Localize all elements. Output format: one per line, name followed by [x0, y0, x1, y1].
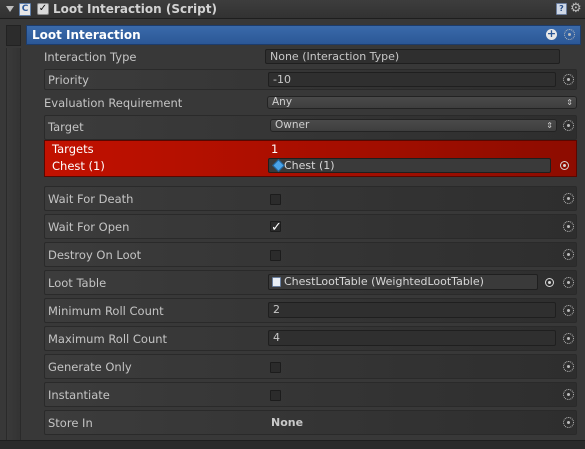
evaluation-requirement-dropdown[interactable]: Any ⇕ — [267, 96, 577, 109]
target-picker-icon[interactable] — [563, 120, 574, 131]
bottom-border — [0, 440, 585, 449]
instantiate-label: Instantiate — [48, 388, 110, 402]
destroy-on-loot-checkbox[interactable] — [270, 250, 281, 261]
component-title: Loot Interaction (Script) — [53, 2, 217, 16]
component-enable-checkbox[interactable]: ✓ — [37, 3, 49, 15]
priority-input[interactable]: -10 — [268, 72, 556, 87]
interaction-type-label: Interaction Type — [44, 50, 137, 64]
interaction-type-field[interactable]: None (Interaction Type) — [265, 49, 560, 64]
add-icon[interactable]: + — [546, 28, 557, 40]
script-icon: C — [19, 3, 31, 16]
store-in-value[interactable]: None — [271, 416, 303, 429]
chest-label: Chest (1) — [52, 159, 105, 173]
wait-for-open-label: Wait For Open — [48, 220, 130, 234]
wait-for-death-label: Wait For Death — [48, 192, 134, 206]
dropdown-arrows-icon: ⇕ — [566, 98, 573, 107]
minimum-roll-count-input[interactable]: 2 — [268, 302, 556, 318]
destroy-on-loot-label: Destroy On Loot — [48, 248, 142, 262]
settings-gear-icon[interactable]: ⚙ — [570, 1, 584, 17]
section-title: Loot Interaction — [32, 28, 141, 42]
chest-object-field[interactable]: Chest (1) — [268, 158, 551, 173]
minimum-roll-count-picker-icon[interactable] — [563, 305, 574, 316]
generate-only-checkbox[interactable] — [270, 362, 281, 373]
scriptable-object-icon — [272, 277, 281, 287]
instantiate-picker-icon[interactable] — [563, 389, 574, 400]
store-in-label: Store In — [48, 416, 93, 430]
loot-table-object-picker-icon[interactable] — [545, 278, 554, 287]
chest-picker-icon[interactable] — [560, 161, 569, 170]
loot-table-picker-icon[interactable] — [563, 277, 574, 288]
minimum-roll-count-label: Minimum Roll Count — [48, 304, 164, 318]
wait-for-death-checkbox[interactable] — [270, 194, 281, 205]
target-value: Owner — [275, 119, 310, 131]
help-icon[interactable]: ? — [556, 3, 567, 15]
dropdown-arrows-icon: ⇕ — [546, 121, 553, 130]
instantiate-row — [44, 382, 577, 407]
instantiate-checkbox[interactable] — [270, 390, 281, 401]
target-dropdown[interactable]: Owner ⇕ — [270, 119, 557, 132]
foldout-arrow-icon[interactable] — [6, 6, 14, 12]
object-picker-icon[interactable] — [564, 29, 575, 40]
gutter-handle — [6, 25, 21, 46]
checkmark-icon: ✓ — [271, 220, 282, 235]
priority-label: Priority — [48, 73, 89, 87]
maximum-roll-count-input[interactable]: 4 — [268, 330, 556, 346]
wait-for-open-picker-icon[interactable] — [563, 221, 574, 232]
destroy-on-loot-picker-icon[interactable] — [563, 249, 574, 260]
targets-count[interactable]: 1 — [271, 142, 278, 156]
maximum-roll-count-picker-icon[interactable] — [563, 333, 574, 344]
loot-table-label: Loot Table — [48, 276, 107, 290]
generate-only-label: Generate Only — [48, 360, 132, 374]
store-in-row — [44, 410, 577, 435]
priority-picker-icon[interactable] — [563, 74, 574, 85]
store-in-picker-icon[interactable] — [563, 417, 574, 428]
wait-for-open-checkbox[interactable]: ✓ — [270, 220, 282, 235]
gutter-strip — [6, 48, 21, 440]
evaluation-requirement-value: Any — [272, 96, 293, 108]
evaluation-requirement-label: Evaluation Requirement — [44, 96, 183, 110]
maximum-roll-count-label: Maximum Roll Count — [48, 332, 168, 346]
generate-only-picker-icon[interactable] — [563, 361, 574, 372]
wait-for-death-picker-icon[interactable] — [563, 193, 574, 204]
loot-table-object-field[interactable]: ChestLootTable (WeightedLootTable) — [268, 274, 538, 290]
target-label: Target — [48, 120, 84, 134]
targets-label: Targets — [52, 142, 94, 156]
